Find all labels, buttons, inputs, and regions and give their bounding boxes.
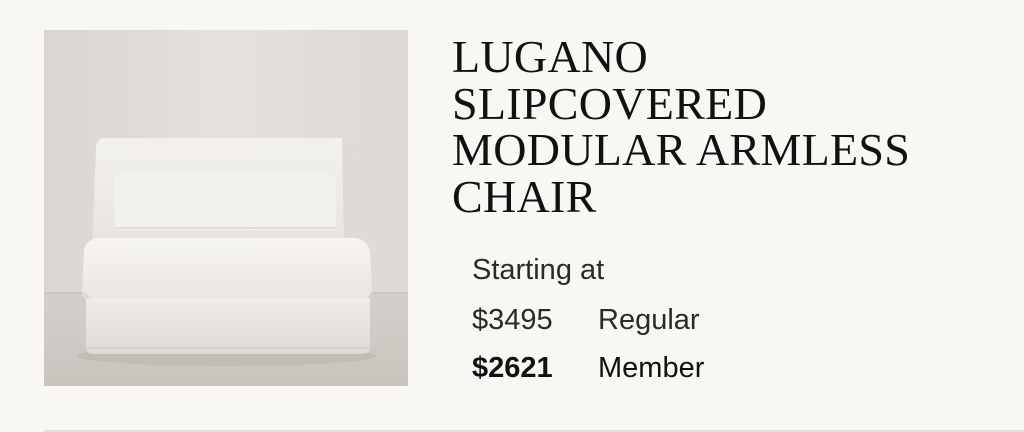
product-card[interactable]: LUGANO SLIPCOVERED MODULAR ARMLESS CHAIR… <box>0 0 1024 432</box>
regular-price: $3495 <box>472 304 553 336</box>
regular-price-label: Regular <box>598 304 700 336</box>
member-price-label: Member <box>598 352 705 384</box>
title-line: CHAIR <box>452 170 597 222</box>
chair-photo <box>44 30 408 386</box>
product-title[interactable]: LUGANO SLIPCOVERED MODULAR ARMLESS CHAIR <box>452 31 1012 222</box>
product-image[interactable] <box>44 30 408 386</box>
member-price: $2621 <box>472 352 553 384</box>
title-line: MODULAR ARMLESS <box>452 124 911 175</box>
starting-at-label: Starting at <box>472 254 605 286</box>
regular-price-row: $3495 Regular <box>472 302 700 338</box>
title-line: SLIPCOVERED <box>452 77 768 129</box>
member-price-row: $2621 Member <box>472 350 704 386</box>
title-line: LUGANO <box>452 31 648 82</box>
